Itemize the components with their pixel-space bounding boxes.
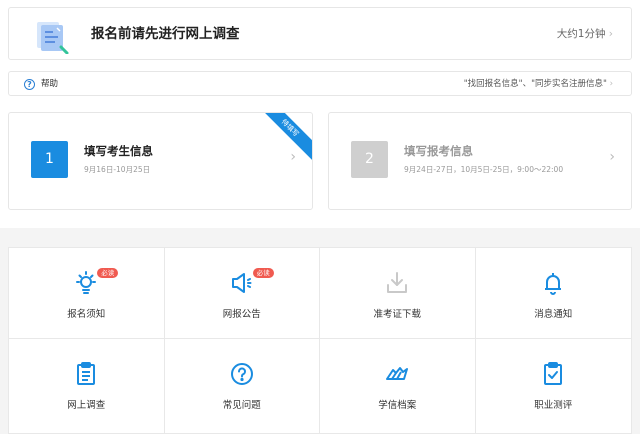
- survey-duration: 大约1分钟 ›: [557, 27, 613, 41]
- clipboard-check-icon: [538, 359, 568, 389]
- menu-item-label: 职业测评: [534, 400, 573, 411]
- download-icon: [382, 268, 412, 298]
- menu-item-admission-ticket-download[interactable]: 准考证下载: [320, 248, 476, 339]
- menu-item-faq[interactable]: 常见问题: [165, 339, 320, 434]
- step-card-fill-application-info[interactable]: 2 填写报考信息 9月24日-27日，10月5日-25日，9:00～22:00 …: [328, 112, 632, 210]
- step-number: 1: [31, 141, 68, 178]
- survey-title: 报名前请先进行网上调查: [91, 26, 240, 42]
- pending-ribbon: 待填写: [253, 113, 312, 165]
- chevron-right-icon: ›: [608, 28, 613, 40]
- menu-item-academic-records[interactable]: 学信档案: [320, 339, 476, 434]
- chevron-right-icon: ›: [609, 149, 615, 165]
- help-question-icon: ?: [24, 79, 35, 90]
- help-links[interactable]: "找回报名信息"、"同步实名注册信息" ›: [464, 78, 613, 90]
- bell-icon: [538, 268, 568, 298]
- menu-grid: 必读 报名须知 必读 网报公告 准考证下载 消息通知 网上调查 常见问题 学信档…: [8, 247, 632, 434]
- menu-item-label: 网上调查: [67, 400, 106, 411]
- survey-document-icon: [35, 20, 69, 55]
- menu-item-notifications[interactable]: 消息通知: [475, 248, 631, 339]
- menu-item-label: 准考证下载: [373, 309, 421, 320]
- wing-icon: [382, 359, 412, 389]
- menu-item-label: 消息通知: [534, 309, 573, 320]
- survey-banner[interactable]: 报名前请先进行网上调查 大约1分钟 ›: [8, 7, 632, 60]
- menu-item-label: 报名须知: [67, 309, 106, 320]
- step-title: 填写考生信息: [84, 144, 153, 158]
- help-bar[interactable]: ? 帮助 "找回报名信息"、"同步实名注册信息" ›: [8, 71, 632, 96]
- chevron-right-icon: ›: [290, 149, 296, 165]
- menu-item-registration-notice[interactable]: 必读 报名须知: [9, 248, 165, 339]
- step-dates: 9月16日-10月25日: [84, 165, 151, 174]
- must-read-badge: 必读: [97, 268, 119, 278]
- menu-item-online-survey[interactable]: 网上调查: [9, 339, 165, 434]
- must-read-badge: 必读: [252, 268, 274, 278]
- step-number: 2: [351, 141, 388, 178]
- step-title: 填写报考信息: [404, 144, 473, 158]
- menu-item-label: 常见问题: [222, 400, 261, 411]
- chevron-right-icon: ›: [609, 79, 613, 89]
- menu-item-career-assessment[interactable]: 职业测评: [476, 339, 632, 434]
- help-label: 帮助: [41, 79, 59, 89]
- help-links-text: "找回报名信息"、"同步实名注册信息": [463, 79, 607, 89]
- survey-duration-text: 大约1分钟: [556, 28, 606, 40]
- menu-item-label: 学信档案: [378, 400, 417, 411]
- clipboard-list-icon: [71, 359, 101, 389]
- step-card-fill-candidate-info[interactable]: 1 填写考生信息 9月16日-10月25日 › 待填写: [8, 112, 313, 210]
- menu-item-announcements[interactable]: 必读 网报公告: [164, 248, 320, 339]
- menu-item-label: 网报公告: [222, 309, 261, 320]
- question-icon: [227, 359, 257, 389]
- step-dates: 9月24日-27日，10月5日-25日，9:00～22:00: [404, 165, 564, 174]
